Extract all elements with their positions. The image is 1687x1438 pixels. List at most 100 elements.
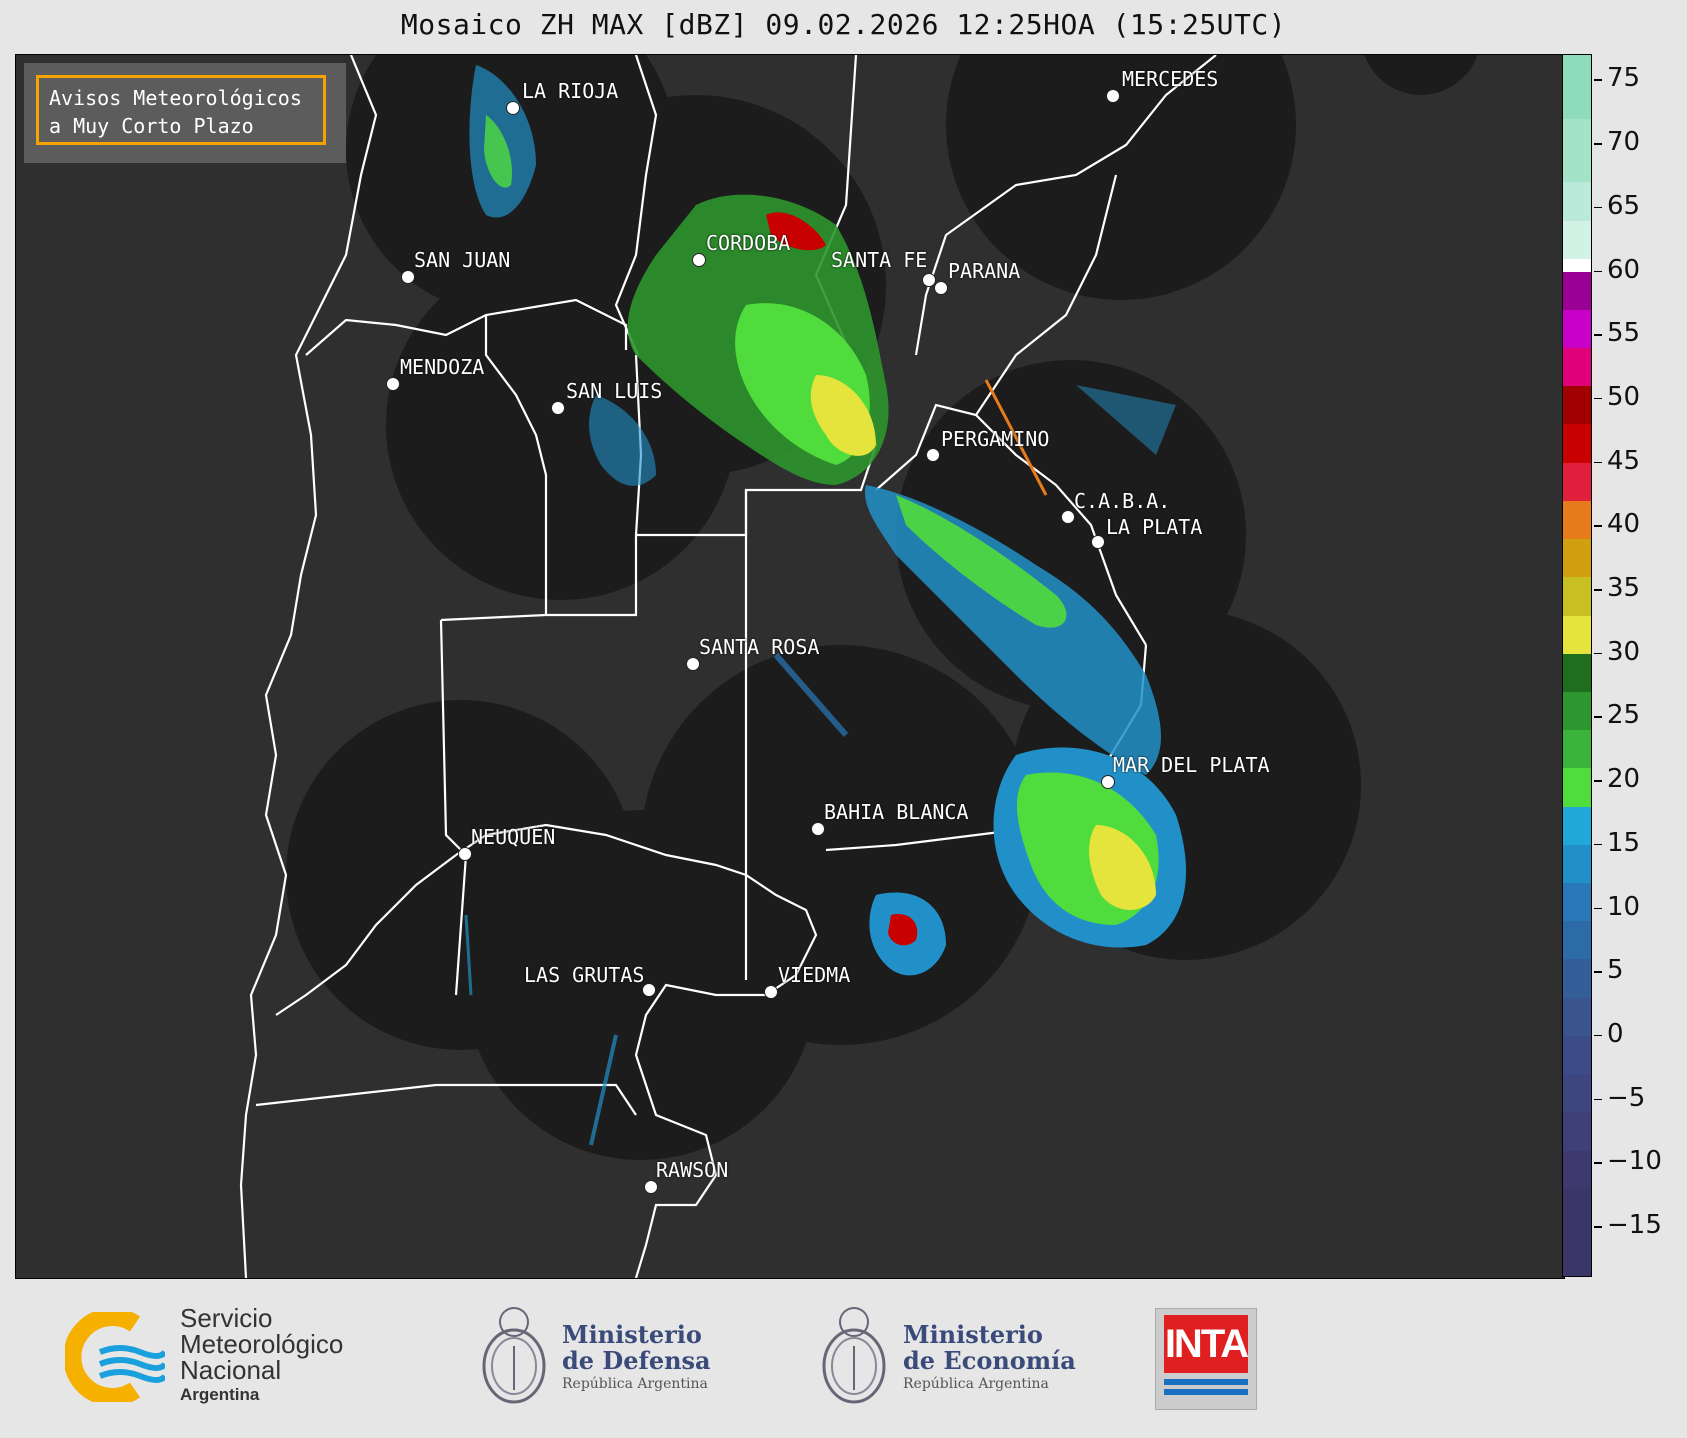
colorbar-tick-label: −5: [1607, 1082, 1646, 1113]
city-label-parana: PARANA: [948, 259, 1021, 283]
colorbar-tick-label: 30: [1607, 636, 1641, 667]
city-label-san-luis: SAN LUIS: [566, 379, 663, 403]
smn-line-1: Servicio: [180, 1303, 273, 1333]
colorbar-tick-label: 70: [1607, 127, 1641, 158]
colorbar-tick: [1594, 780, 1602, 782]
colorbar-segment: [1563, 1112, 1591, 1151]
colorbar-tick: [1594, 461, 1602, 464]
city-marker-cordoba[interactable]: [692, 253, 706, 267]
economia-text: Ministerio de Economía República Argenti…: [903, 1322, 1076, 1394]
city-marker-bahia-blanca[interactable]: [811, 822, 825, 836]
defensa-line-1: Ministerio: [562, 1320, 702, 1349]
colorbar-tick-label: −15: [1607, 1210, 1662, 1241]
colorbar-tick: [1594, 589, 1602, 591]
inta-stripe-2: [1164, 1389, 1248, 1395]
smn-country: Argentina: [180, 1385, 260, 1404]
colorbar-segment: [1563, 844, 1591, 884]
city-label-bahia-blanca: BAHIA BLANCA: [824, 800, 969, 824]
city-marker-viedma[interactable]: [764, 985, 778, 999]
colorbar-tick-label: 60: [1607, 254, 1641, 285]
inta-logo: INTA: [1155, 1308, 1257, 1410]
colorbar-tick-label: −10: [1607, 1146, 1662, 1177]
notice-line-1: Avisos Meteorológicos: [49, 86, 302, 110]
colorbar-segment: [1563, 577, 1591, 616]
colorbar-tick-label: 35: [1607, 573, 1641, 604]
economia-line-1: Ministerio: [903, 1320, 1043, 1349]
city-label-mar-del-plata: MAR DEL PLATA: [1113, 753, 1270, 777]
colorbar-tick: [1594, 79, 1602, 81]
city-marker-parana[interactable]: [934, 281, 948, 295]
city-marker-san-luis[interactable]: [551, 401, 565, 415]
footer-logos: Servicio Meteorológico Nacional Argentin…: [0, 1280, 1687, 1438]
colorbar-segment: [1563, 220, 1591, 259]
colorbar-segment: [1563, 806, 1591, 845]
city-marker-san-juan[interactable]: [401, 270, 415, 284]
colorbar-segment: [1563, 921, 1591, 960]
city-marker-santa-rosa[interactable]: [686, 657, 700, 671]
colorbar-tick-label: 25: [1607, 700, 1641, 731]
defensa-text: Ministerio de Defensa República Argentin…: [562, 1322, 711, 1394]
city-marker-la-plata[interactable]: [1091, 535, 1105, 549]
colorbar-tick: [1594, 907, 1602, 910]
defensa-sub: República Argentina: [562, 1376, 708, 1392]
colorbar-tick-label: 5: [1607, 955, 1624, 986]
colorbar-tick: [1594, 1226, 1602, 1228]
radar-coverage-areas: [286, 55, 1478, 1160]
city-label-san-juan: SAN JUAN: [414, 248, 511, 272]
inta-stripe-1: [1164, 1379, 1248, 1385]
colorbar-segment: [1563, 768, 1591, 807]
city-marker-mendoza[interactable]: [386, 377, 400, 391]
city-marker-caba[interactable]: [1061, 510, 1075, 524]
smn-logo-text: Servicio Meteorológico Nacional Argentin…: [180, 1305, 343, 1407]
city-label-la-rioja: LA RIOJA: [522, 79, 619, 103]
city-marker-la-rioja[interactable]: [506, 101, 520, 115]
colorbar-tick: [1594, 206, 1602, 209]
colorbar-tick: [1594, 1162, 1602, 1164]
colorbar-tick: [1594, 1098, 1602, 1101]
colorbar-segment: [1563, 271, 1591, 310]
notice-frame: Avisos Meteorológicos a Muy Corto Plazo: [36, 75, 326, 145]
radar-map[interactable]: Avisos Meteorológicos a Muy Corto Plazo …: [15, 54, 1565, 1279]
city-marker-neuquen[interactable]: [458, 847, 472, 861]
city-label-las-grutas: LAS GRUTAS: [524, 963, 645, 987]
colorbar-tick-label: 55: [1607, 318, 1641, 349]
smn-line-2: Meteorológico: [180, 1329, 344, 1359]
city-marker-mar-del-plata[interactable]: [1101, 775, 1115, 789]
city-marker-pergamino[interactable]: [926, 448, 940, 462]
colorbar-tick-label: 40: [1607, 509, 1641, 540]
city-label-mercedes: MERCEDES: [1122, 67, 1219, 91]
colorbar-tick: [1594, 397, 1602, 400]
city-label-neuquen: NEUQUÉN: [471, 825, 556, 849]
colorbar-segment: [1563, 615, 1591, 654]
colorbar-segment: [1563, 959, 1591, 998]
colorbar-tick: [1594, 652, 1602, 655]
city-label-cordoba: CORDOBA: [706, 231, 791, 255]
colorbar-segment: [1563, 1035, 1591, 1075]
city-label-la-plata: LA PLATA: [1106, 515, 1203, 539]
colorbar-segment: [1563, 1188, 1591, 1276]
colorbar-tick-label: 15: [1607, 827, 1641, 858]
colorbar-segment: [1563, 1150, 1591, 1189]
colorbar-segment: [1563, 653, 1591, 692]
notice-box: Avisos Meteorológicos a Muy Corto Plazo: [24, 63, 346, 163]
colorbar-tick: [1594, 971, 1602, 973]
colorbar-tick-label: 50: [1607, 381, 1641, 412]
colorbar-segment: [1563, 1074, 1591, 1113]
city-marker-rawson[interactable]: [644, 1180, 658, 1194]
city-marker-mercedes[interactable]: [1106, 89, 1120, 103]
colorbar-tick-label: 65: [1607, 190, 1641, 221]
city-label-pergamino: PERGAMINO: [941, 427, 1050, 451]
notice-line-2: a Muy Corto Plazo: [49, 114, 254, 138]
defensa-line-2: de Defensa: [562, 1346, 711, 1375]
colorbar-tick: [1594, 1034, 1602, 1037]
colorbar-segment: [1563, 883, 1591, 922]
city-label-rawson: RAWSON: [656, 1158, 729, 1182]
colorbar-segment: [1563, 309, 1591, 348]
colorbar-tick-label: 75: [1607, 63, 1641, 94]
colorbar-segment: [1563, 462, 1591, 501]
colorbar-segment: [1563, 118, 1591, 183]
colorbar-segment: [1563, 386, 1591, 425]
colorbar-tick: [1594, 716, 1602, 718]
colorbar-tick: [1594, 270, 1602, 273]
city-label-mendoza: MENDOZA: [400, 355, 485, 379]
